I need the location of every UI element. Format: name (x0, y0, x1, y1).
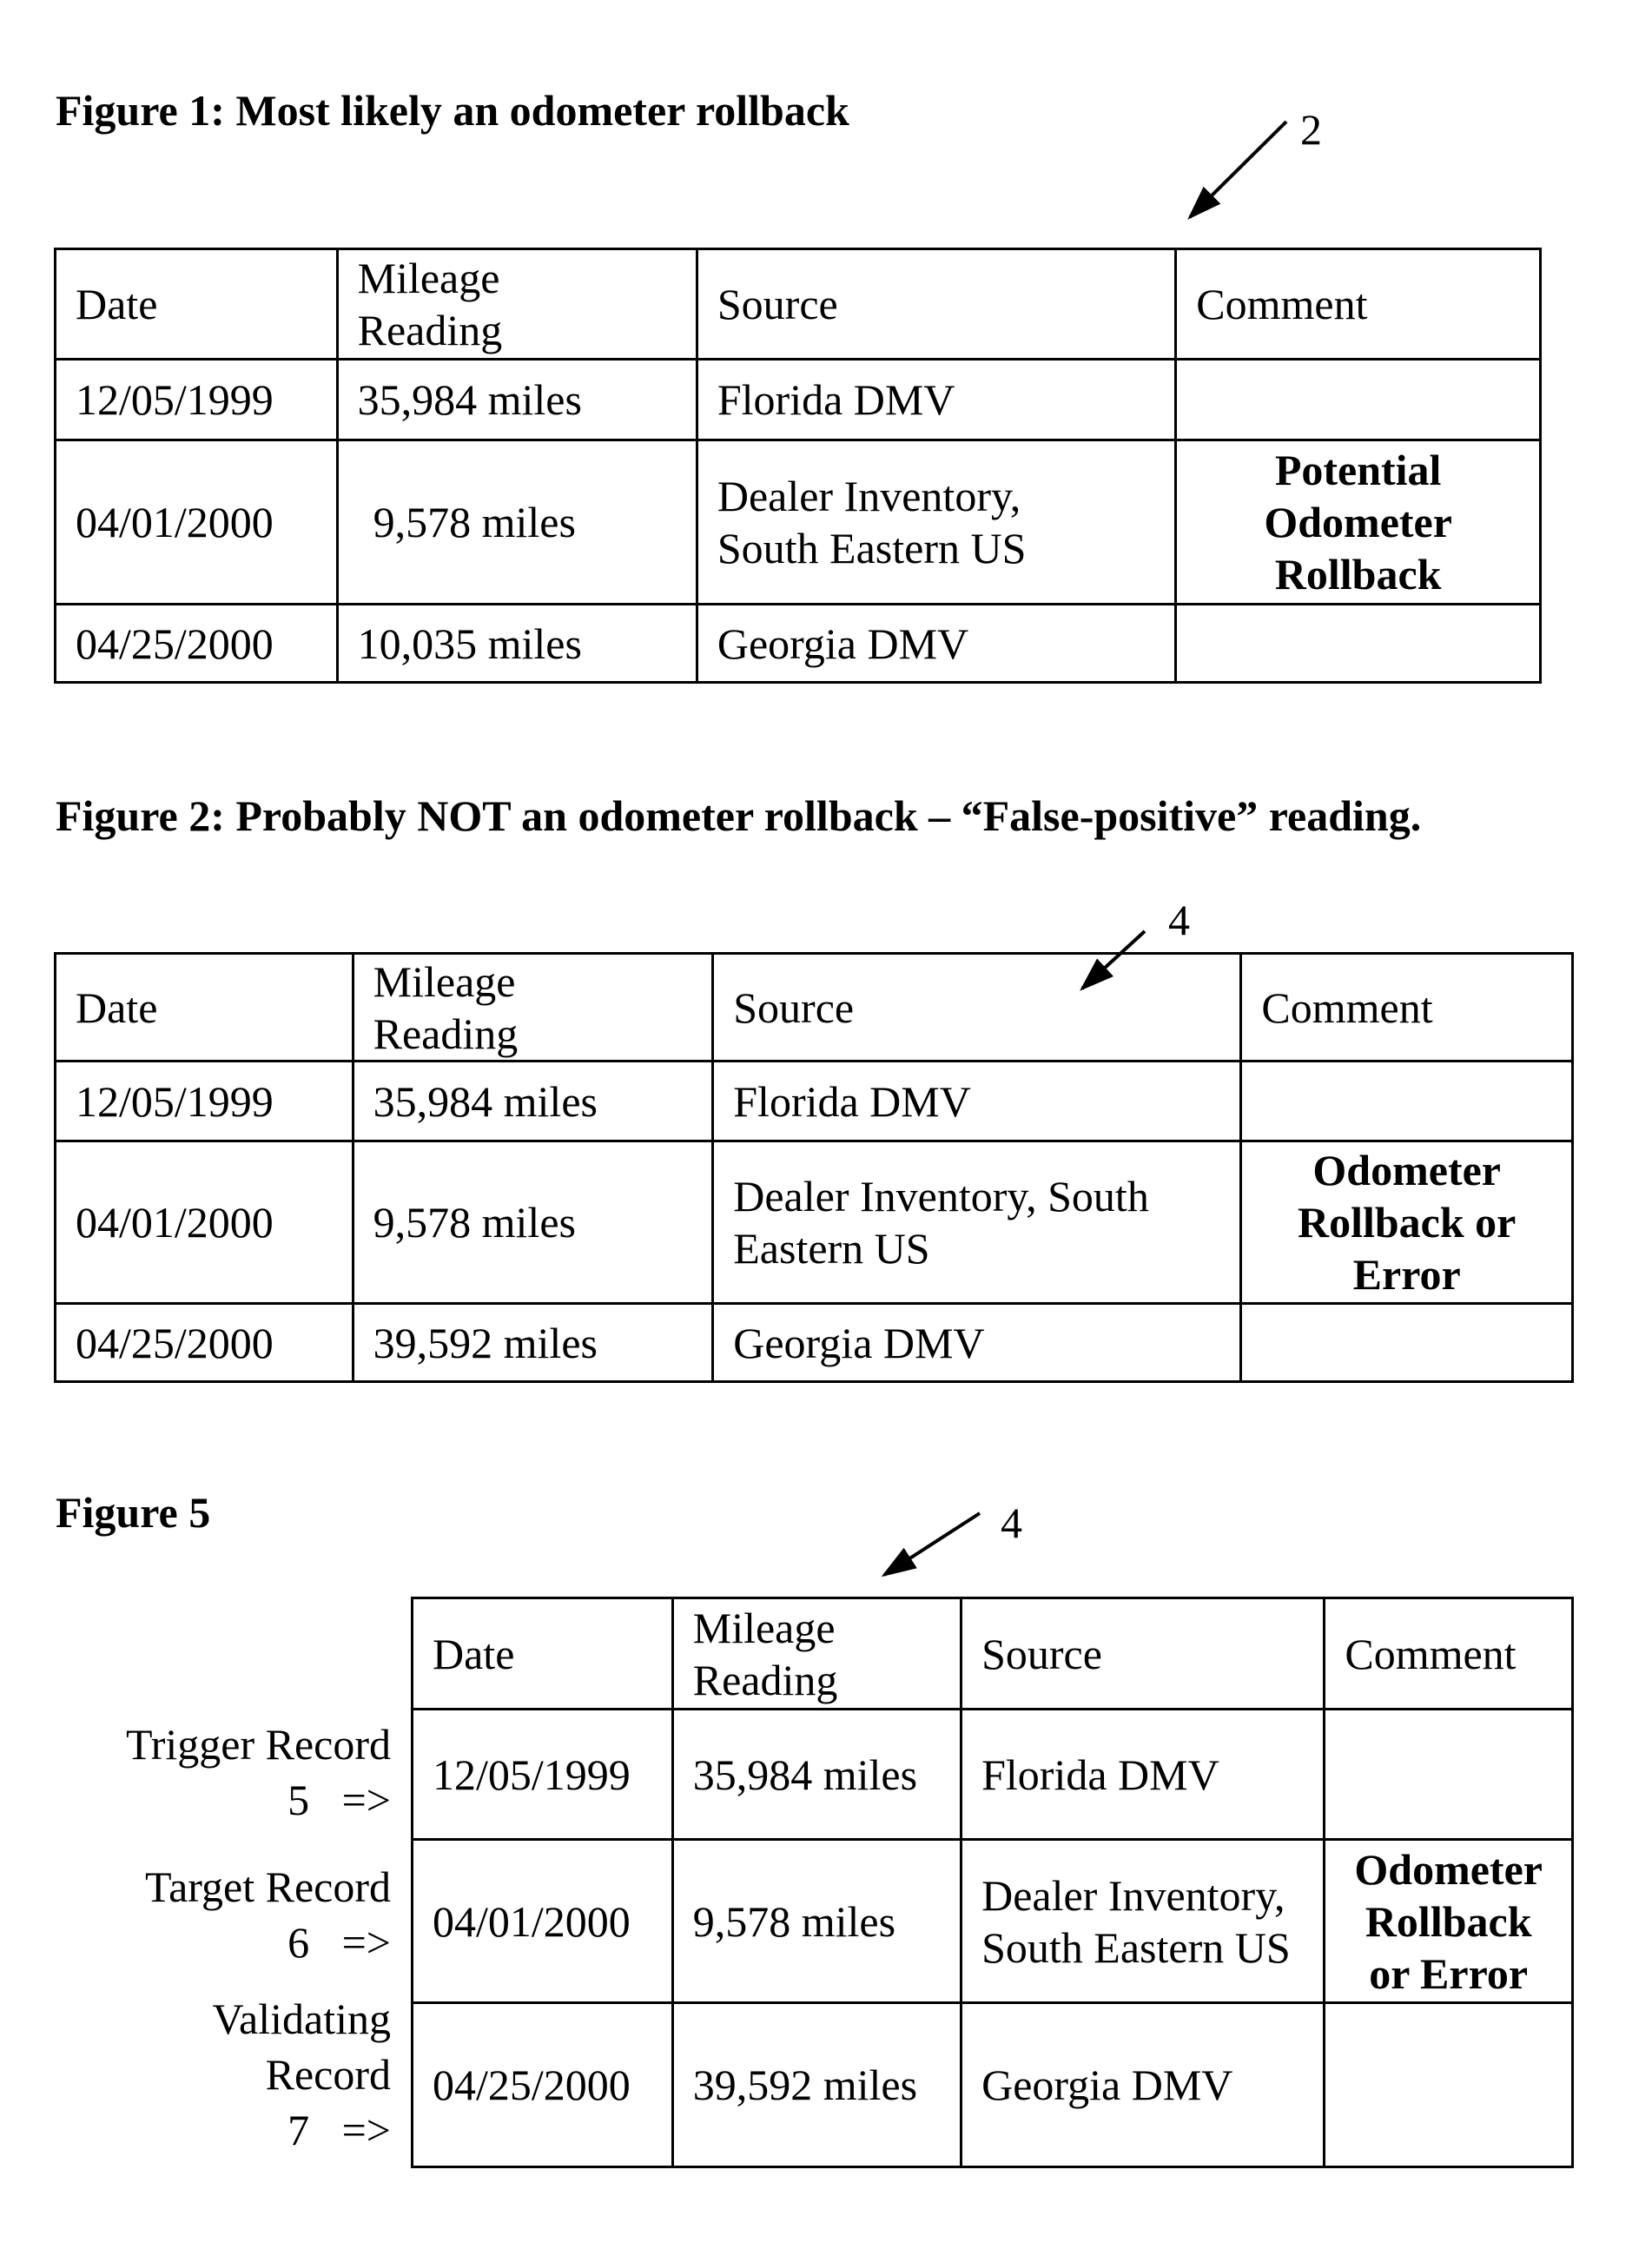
cell-mileage: 9,578 miles (671, 1838, 963, 2004)
cell-comment: Potential Odometer Rollback (1174, 439, 1542, 605)
table-row: 12/05/1999 35,984 miles Florida DMV (54, 358, 1542, 441)
cell-mileage: 35,984 miles (671, 1708, 963, 1841)
cell-source: Georgia DMV (960, 2001, 1326, 2168)
cell-source: Florida DMV (695, 358, 1178, 441)
header-date: Date (54, 248, 339, 361)
cell-mileage: 39,592 miles (351, 1302, 715, 1383)
figure-1-arrow-icon (1187, 120, 1288, 220)
cell-mileage: 9,578 miles (351, 1140, 715, 1305)
cell-mileage: 39,592 miles (671, 2001, 963, 2168)
cell-comment: Odometer Rollback or Error (1323, 1838, 1574, 2004)
table-row: 04/25/2000 39,592 miles Georgia DMV (411, 2001, 1574, 2168)
row-label-trigger-record: Trigger Record 5 => (43, 1717, 391, 1828)
figure-5-table: Date Mileage Reading Source Comment 12/0… (411, 1597, 1574, 2168)
cell-source: Georgia DMV (695, 603, 1178, 684)
cell-comment: Odometer Rollback or Error (1239, 1140, 1574, 1305)
cell-comment (1323, 2001, 1574, 2168)
row-label-name: Target Record (145, 1862, 391, 1911)
figure-5-title: Figure 5 (56, 1488, 211, 1537)
cell-comment (1239, 1060, 1574, 1142)
table-row: 04/01/2000 9,578 miles Dealer Inventory,… (54, 439, 1542, 605)
cell-mileage: 9,578 miles (335, 439, 698, 605)
row-label-name: Trigger Record (125, 1720, 391, 1769)
row-label-validating-record: Validating Record 7 => (43, 1991, 391, 2158)
header-mileage: Mileage Reading (671, 1597, 963, 1710)
table-row: 12/05/1999 35,984 miles Florida DMV (411, 1708, 1574, 1841)
cell-comment (1323, 1708, 1574, 1841)
header-source: Source (695, 248, 1178, 361)
header-source: Source (711, 952, 1243, 1062)
cell-comment (1239, 1302, 1574, 1383)
figure-1-title: Figure 1: Most likely an odometer rollba… (56, 86, 849, 135)
cell-date: 04/01/2000 (54, 1140, 354, 1305)
row-label-target-record: Target Record 6 => (43, 1859, 391, 1970)
cell-mileage: 35,984 miles (335, 358, 698, 441)
figure-5-arrow-icon (881, 1511, 981, 1578)
cell-source: Florida DMV (711, 1060, 1243, 1142)
header-mileage: Mileage Reading (335, 248, 698, 361)
header-source: Source (960, 1597, 1326, 1710)
table-row: 12/05/1999 35,984 miles Florida DMV (54, 1060, 1574, 1142)
figure-2-ref-number: 4 (1168, 896, 1190, 944)
cell-date: 12/05/1999 (54, 1060, 354, 1142)
cell-date: 04/25/2000 (54, 603, 339, 684)
cell-source: Florida DMV (960, 1708, 1326, 1841)
header-comment: Comment (1239, 952, 1574, 1062)
row-label-number: 7 => (287, 2106, 391, 2154)
figure-1-ref-number: 2 (1300, 105, 1322, 154)
row-label-name: Validating Record (212, 1994, 391, 2099)
table-row: 04/25/2000 39,592 miles Georgia DMV (54, 1302, 1574, 1383)
cell-date: 12/05/1999 (54, 358, 339, 441)
cell-source: Dealer Inventory, South Eastern US (695, 439, 1178, 605)
arrow-right-icon: => (341, 2106, 391, 2154)
cell-date: 12/05/1999 (411, 1708, 674, 1841)
cell-date: 04/25/2000 (411, 2001, 674, 2168)
cell-mileage: 35,984 miles (351, 1060, 715, 1142)
row-label-number: 5 => (287, 1776, 391, 1824)
figure-5-ref-number: 4 (1001, 1498, 1022, 1547)
cell-date: 04/25/2000 (54, 1302, 354, 1383)
table-row: 04/01/2000 9,578 miles Dealer Inventory,… (411, 1838, 1574, 2004)
table-row: 04/25/2000 10,035 miles Georgia DMV (54, 603, 1542, 684)
cell-source: Dealer Inventory, South Eastern US (711, 1140, 1243, 1305)
cell-source: Georgia DMV (711, 1302, 1243, 1383)
header-date: Date (411, 1597, 674, 1710)
table-row: 04/01/2000 9,578 miles Dealer Inventory,… (54, 1140, 1574, 1305)
cell-source: Dealer Inventory, South Eastern US (960, 1838, 1326, 2004)
header-comment: Comment (1174, 248, 1542, 361)
header-mileage: Mileage Reading (351, 952, 715, 1062)
cell-mileage: 10,035 miles (335, 603, 698, 684)
row-label-number: 6 => (287, 1918, 391, 1967)
arrow-right-icon: => (341, 1776, 391, 1824)
cell-comment (1174, 603, 1542, 684)
table-header-row: Date Mileage Reading Source Comment (54, 248, 1542, 361)
cell-comment (1174, 358, 1542, 441)
header-date: Date (54, 952, 354, 1062)
cell-date: 04/01/2000 (54, 439, 339, 605)
figure-1-table: Date Mileage Reading Source Comment 12/0… (54, 248, 1542, 684)
figure-2-title: Figure 2: Probably NOT an odometer rollb… (56, 791, 1422, 840)
header-comment: Comment (1323, 1597, 1574, 1710)
table-header-row: Date Mileage Reading Source Comment (411, 1597, 1574, 1710)
figure-2-table: Date Mileage Reading Source Comment 12/0… (54, 952, 1574, 1383)
table-header-row: Date Mileage Reading Source Comment (54, 952, 1574, 1062)
arrow-right-icon: => (341, 1918, 391, 1967)
cell-date: 04/01/2000 (411, 1838, 674, 2004)
